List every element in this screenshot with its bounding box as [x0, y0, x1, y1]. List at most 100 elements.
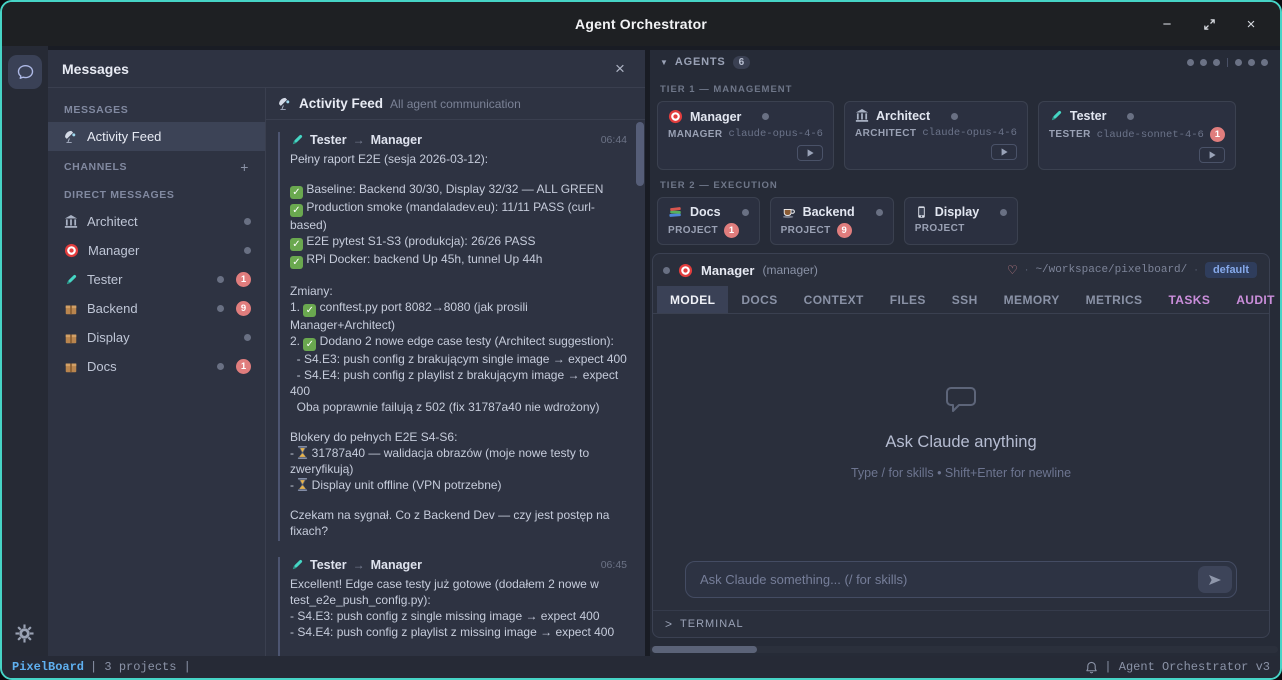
- agent-card-docs[interactable]: DocsPROJECT1: [657, 197, 760, 245]
- target-icon: [668, 109, 683, 124]
- heart-icon[interactable]: ♡: [1007, 263, 1018, 277]
- message-time: 06:45: [601, 559, 627, 571]
- agents-header[interactable]: ▼ AGENTS 6: [650, 50, 1280, 74]
- play-button[interactable]: [1199, 147, 1225, 163]
- agent-card-role: PROJECT: [781, 225, 831, 236]
- messages-rail-button[interactable]: [8, 55, 42, 89]
- hourglass-icon: [297, 446, 308, 459]
- layout-dot[interactable]: [1248, 59, 1255, 66]
- statusbar-app-name: PixelBoard: [12, 660, 84, 674]
- message-to: Manager: [371, 133, 422, 147]
- agent-card-name: Display: [935, 205, 979, 219]
- agent-card-tester[interactable]: TesterTESTERclaude-sonnet-4-61: [1038, 101, 1236, 170]
- message-line: 1. ✓ conftest.py port 8082→8080 (jak pro…: [290, 299, 627, 333]
- activity-feed-title: Activity Feed: [299, 96, 383, 111]
- status-dot: [217, 363, 224, 370]
- pen-icon: [290, 558, 304, 572]
- layout-dot[interactable]: [1235, 59, 1242, 66]
- collapse-triangle-icon: ▼: [660, 58, 668, 67]
- message-time: 06:44: [601, 134, 627, 146]
- sidebar-item-tester[interactable]: Tester1: [48, 265, 265, 294]
- sidebar-item-activity-feed[interactable]: Activity Feed: [48, 122, 265, 151]
- layout-dot[interactable]: [1187, 59, 1194, 66]
- horizontal-scrollbar-thumb[interactable]: [652, 646, 757, 653]
- check-icon: ✓: [290, 204, 303, 217]
- bell-icon[interactable]: [1085, 661, 1098, 674]
- ask-input[interactable]: [686, 572, 1236, 587]
- tab-context[interactable]: CONTEXT: [791, 286, 877, 313]
- agent-card-role: ARCHITECT: [855, 128, 916, 139]
- unread-badge: 9: [837, 223, 852, 238]
- agent-detail-tabs: MODELDOCSCONTEXTFILESSSHMEMORYMETRICSTAS…: [653, 286, 1269, 314]
- close-button[interactable]: ×: [1234, 9, 1268, 39]
- tab-tasks[interactable]: TASKS: [1155, 286, 1223, 313]
- status-dot: [876, 209, 883, 216]
- feed-scrollbar-thumb[interactable]: [636, 122, 644, 186]
- message-line: Excellent! Edge case testy już gotowe (d…: [290, 576, 627, 608]
- message-line: ✓ E2E pytest S1-S3 (produkcja): 26/26 PA…: [290, 233, 627, 251]
- building-icon: [855, 109, 869, 123]
- agents-label: AGENTS: [675, 56, 726, 68]
- left-icon-rail: [2, 46, 48, 656]
- package-icon: [64, 360, 78, 374]
- window-title: Agent Orchestrator: [575, 16, 707, 32]
- message-line: Blokery do pełnych E2E S4-S6:: [290, 429, 627, 445]
- sidebar-item-display[interactable]: Display: [48, 323, 265, 352]
- statusbar-version: | Agent Orchestrator v3: [1104, 660, 1270, 674]
- layout-dot[interactable]: [1200, 59, 1207, 66]
- messages-title: Messages: [62, 61, 129, 77]
- tab-ssh[interactable]: SSH: [939, 286, 991, 313]
- layout-dot[interactable]: [1213, 59, 1220, 66]
- sidebar-item-architect[interactable]: Architect: [48, 207, 265, 236]
- add-channel-button[interactable]: +: [240, 159, 249, 175]
- send-button[interactable]: [1198, 566, 1232, 593]
- horizontal-scrollbar[interactable]: [650, 646, 1278, 653]
- statusbar-projects: | 3 projects |: [90, 660, 191, 674]
- messages-header: Messages ×: [48, 50, 645, 88]
- coffee-icon: [781, 205, 796, 219]
- tier1-cards-row: ManagerMANAGERclaude-opus-4-6ArchitectAR…: [650, 99, 1280, 170]
- sidebar-item-label: Docs: [87, 359, 117, 374]
- gear-icon: [15, 624, 34, 643]
- minimize-button[interactable]: −: [1150, 9, 1184, 39]
- agent-name: Manager: [701, 263, 754, 278]
- status-dot: [1127, 113, 1134, 120]
- status-dot: [244, 247, 251, 254]
- tab-memory[interactable]: MEMORY: [991, 286, 1073, 313]
- terminal-toggle[interactable]: > TERMINAL: [653, 610, 1269, 637]
- tab-files[interactable]: FILES: [877, 286, 939, 313]
- message-line: - S4.E3: push config z single missing im…: [290, 608, 627, 624]
- agent-card-backend[interactable]: BackendPROJECT9: [770, 197, 894, 245]
- message-line: - 31787a40 — walidacja obrazów (moje now…: [290, 445, 627, 477]
- content-area: Messages × MESSAGES Activity Feed CHANNE…: [2, 46, 1280, 656]
- play-button[interactable]: [991, 144, 1017, 160]
- agent-card-name: Manager: [690, 110, 741, 124]
- status-bar: PixelBoard | 3 projects | | Agent Orches…: [2, 656, 1280, 678]
- layout-dot[interactable]: [1261, 59, 1268, 66]
- tab-docs[interactable]: DOCS: [728, 286, 790, 313]
- phone-icon: [915, 205, 928, 219]
- tab-metrics[interactable]: METRICS: [1073, 286, 1156, 313]
- profile-badge[interactable]: default: [1205, 262, 1257, 278]
- settings-button[interactable]: [15, 624, 35, 644]
- check-icon: ✓: [290, 256, 303, 269]
- unread-badge: 1: [236, 272, 251, 287]
- sidebar-item-docs[interactable]: Docs1: [48, 352, 265, 381]
- status-dot: [951, 113, 958, 120]
- agent-card-manager[interactable]: ManagerMANAGERclaude-opus-4-6: [657, 101, 834, 170]
- sidebar-item-manager[interactable]: Manager: [48, 236, 265, 265]
- activity-feed-panel: Activity Feed All agent communication Te…: [266, 88, 645, 656]
- agent-card-display[interactable]: DisplayPROJECT: [904, 197, 1018, 245]
- play-button[interactable]: [797, 145, 823, 161]
- close-messages-button[interactable]: ×: [609, 58, 631, 80]
- direct-messages-list: ArchitectManagerTester1Backend9DisplayDo…: [48, 207, 265, 381]
- activity-feed-list[interactable]: Tester→Manager06:44Pełny raport E2E (ses…: [266, 120, 645, 656]
- agent-card-role: TESTER: [1049, 129, 1091, 140]
- dots-separator: [1227, 58, 1228, 67]
- agent-card-architect[interactable]: ArchitectARCHITECTclaude-opus-4-6: [844, 101, 1028, 170]
- tab-audit[interactable]: AUDIT: [1223, 286, 1282, 313]
- check-icon: ✓: [303, 304, 316, 317]
- tab-model[interactable]: MODEL: [657, 286, 728, 313]
- maximize-button[interactable]: [1192, 9, 1226, 39]
- sidebar-item-backend[interactable]: Backend9: [48, 294, 265, 323]
